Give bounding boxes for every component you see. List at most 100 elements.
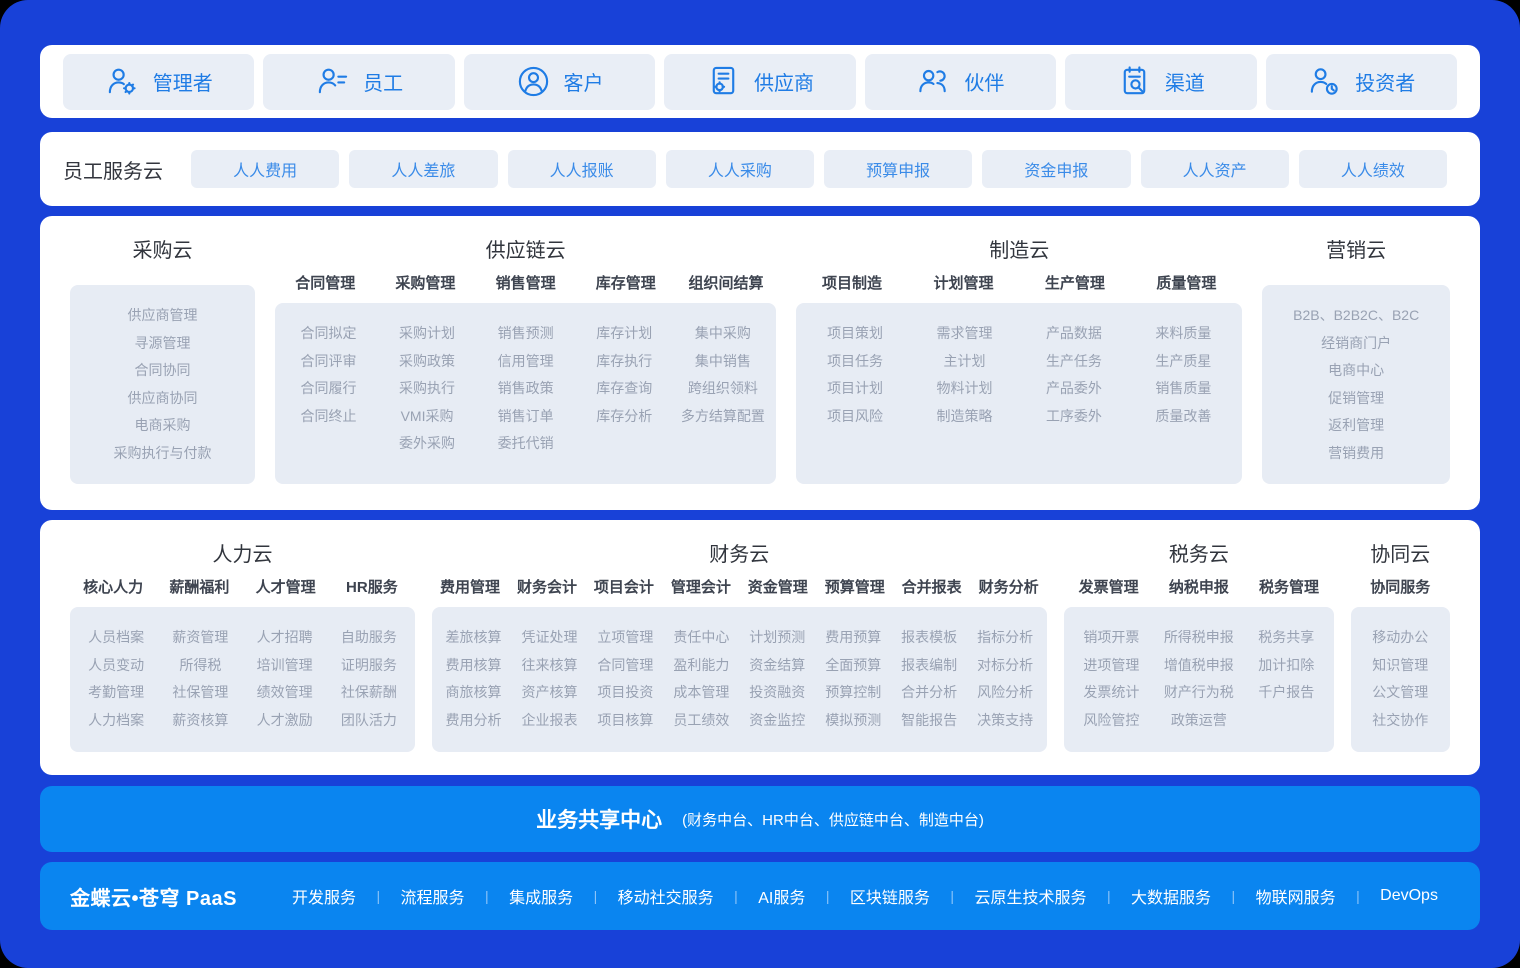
cloud-item: 加计扣除: [1243, 652, 1330, 680]
service-separator: |: [594, 888, 598, 904]
cloud-column: 报表模板报表编制合并分析智能报告: [891, 624, 967, 742]
persona-partner[interactable]: 伙伴: [865, 54, 1056, 110]
cloud-item: 项目投资: [587, 679, 663, 707]
employee-service-chips: 人人费用人人差旅人人报账人人采购预算申报资金申报人人资产人人绩效: [191, 150, 1447, 188]
persona-label: 投资者: [1355, 67, 1415, 96]
cloud-item: 合同拟定: [279, 320, 378, 348]
persona-investor[interactable]: 投资者: [1266, 54, 1457, 110]
column-header: 资金管理: [739, 577, 816, 598]
persona-manager[interactable]: 管理者: [63, 54, 254, 110]
cloud-group-tax-cloud: 税务云发票管理纳税申报税务管理销项开票进项管理发票统计风险管控所得税申报增值税申…: [1064, 542, 1334, 752]
column-header: 项目会计: [585, 577, 662, 598]
cloud-item: VMI采购: [378, 403, 477, 431]
cloud-item: 促销管理: [1266, 385, 1446, 413]
app-frame: 管理者员工客户供应商伙伴渠道投资者 员工服务云 人人费用人人差旅人人报账人人采购…: [0, 0, 1520, 968]
cloud-item: 需求管理: [910, 320, 1019, 348]
cloud-item: 决策支持: [967, 707, 1043, 735]
cloud-item: 所得税申报: [1155, 624, 1242, 652]
cloud-column: 销项开票进项管理发票统计风险管控: [1068, 624, 1155, 742]
paas-service: 云原生技术服务: [974, 884, 1086, 908]
cloud-item: 资产核算: [512, 679, 588, 707]
cloud-group-manufacturing-cloud: 制造云项目制造计划管理生产管理质量管理项目策划项目任务项目计划项目风险需求管理主…: [796, 238, 1242, 484]
cloud-item: 社保薪酬: [327, 679, 411, 707]
cloud-group-marketing-cloud: 营销云B2B、B2B2C、B2C经销商门户电商中心促销管理返利管理营销费用: [1262, 238, 1450, 484]
cloud-item: 智能报告: [891, 707, 967, 735]
cloud-item: 寻源管理: [74, 330, 251, 358]
column-header: HR服务: [329, 577, 415, 598]
cloud-item: 来料质量: [1129, 320, 1238, 348]
cloud-item: 政策运营: [1155, 707, 1242, 735]
cloud-item: 销售订单: [476, 403, 575, 431]
cloud-item: B2B、B2B2C、B2C: [1266, 302, 1446, 330]
service-separator: |: [1107, 888, 1111, 904]
cloud-title-procurement-cloud: 采购云: [70, 238, 255, 264]
cloud-item: 风险管控: [1068, 707, 1155, 735]
employee-service-chip[interactable]: 资金申报: [982, 150, 1130, 188]
cloud-item: 营销费用: [1266, 440, 1446, 468]
employee-service-chip[interactable]: 预算申报: [824, 150, 972, 188]
partner-icon: [916, 64, 951, 99]
cloud-item: 自助服务: [327, 624, 411, 652]
cloud-item: 商旅核算: [436, 679, 512, 707]
employee-icon: [315, 64, 350, 99]
cloud-item: 项目策划: [800, 320, 909, 348]
employee-service-chip[interactable]: 人人报账: [508, 150, 656, 188]
cloud-item: 报表编制: [891, 652, 967, 680]
cloud-item: 采购执行: [378, 375, 477, 403]
cloud-item: 采购执行与付款: [74, 440, 251, 468]
column-header: 合同管理: [275, 273, 375, 294]
paas-service: 大数据服务: [1131, 884, 1211, 908]
cloud-item: 销售质量: [1129, 375, 1238, 403]
paas-service: 流程服务: [401, 884, 465, 908]
column-header: 人才管理: [243, 577, 329, 598]
cloud-item: 合同管理: [587, 652, 663, 680]
cloud-column: 供应商管理寻源管理合同协同供应商协同电商采购采购执行与付款: [74, 302, 251, 474]
persona-channel[interactable]: 渠道: [1065, 54, 1256, 110]
employee-service-chip[interactable]: 人人绩效: [1299, 150, 1447, 188]
cloud-item: 社交协作: [1355, 707, 1446, 735]
cloud-item: 盈利能力: [663, 652, 739, 680]
column-header: 合并报表: [893, 577, 970, 598]
persona-supplier[interactable]: 供应商: [664, 54, 855, 110]
cloud-item: 成本管理: [663, 679, 739, 707]
service-separator: |: [950, 888, 954, 904]
persona-employee[interactable]: 员工: [263, 54, 454, 110]
persona-customer[interactable]: 客户: [464, 54, 655, 110]
cloud-column: 集中采购集中销售跨组织领料多方结算配置: [674, 320, 773, 474]
cloud-item: 销售预测: [476, 320, 575, 348]
cloud-group-collaboration-cloud: 协同云协同服务移动办公知识管理公文管理社交协作: [1351, 542, 1450, 752]
cloud-item: 主计划: [910, 348, 1019, 376]
employee-service-chip[interactable]: 人人差旅: [349, 150, 497, 188]
cloud-row-1: 采购云供应商管理寻源管理合同协同供应商协同电商采购采购执行与付款供应链云合同管理…: [40, 216, 1480, 510]
investor-icon: [1307, 64, 1342, 99]
cloud-item: 采购政策: [378, 348, 477, 376]
cloud-item: 人才激励: [243, 707, 327, 735]
cloud-item: 薪资核算: [158, 707, 242, 735]
cloud-card-supply-chain-cloud: 合同拟定合同评审合同履行合同终止采购计划采购政策采购执行VMI采购委外采购销售预…: [275, 303, 776, 484]
cloud-item: 库存执行: [575, 348, 674, 376]
cloud-item: 对标分析: [967, 652, 1043, 680]
employee-service-chip[interactable]: 人人资产: [1141, 150, 1289, 188]
cloud-item: 费用核算: [436, 652, 512, 680]
cloud-item: 委外采购: [378, 430, 477, 458]
cloud-item: 财产行为税: [1155, 679, 1242, 707]
cloud-column: 移动办公知识管理公文管理社交协作: [1355, 624, 1446, 742]
employee-service-chip[interactable]: 人人采购: [666, 150, 814, 188]
column-header: 薪酬福利: [156, 577, 242, 598]
service-separator: |: [1232, 888, 1236, 904]
cloud-column: 销售预测信用管理销售政策销售订单委托代销: [476, 320, 575, 474]
cloud-item: 所得税: [158, 652, 242, 680]
cloud-card-tax-cloud: 销项开票进项管理发票统计风险管控所得税申报增值税申报财产行为税政策运营税务共享加…: [1064, 607, 1334, 752]
persona-label: 管理者: [153, 67, 213, 96]
shared-center-title: 业务共享中心: [536, 804, 662, 834]
cloud-item: 合同评审: [279, 348, 378, 376]
cloud-item: 信用管理: [476, 348, 575, 376]
cloud-item: 集中采购: [674, 320, 773, 348]
column-header: 生产管理: [1019, 273, 1130, 294]
shared-center-bar: 业务共享中心 (财务中台、HR中台、供应链中台、制造中台): [40, 786, 1480, 852]
cloud-row-2: 人力云核心人力薪酬福利人才管理HR服务人员档案人员变动考勤管理人力档案薪资管理所…: [40, 520, 1480, 775]
employee-service-chip[interactable]: 人人费用: [191, 150, 339, 188]
cloud-column: 人员档案人员变动考勤管理人力档案: [74, 624, 158, 742]
column-headers-tax-cloud: 发票管理纳税申报税务管理: [1064, 577, 1334, 598]
column-header: 质量管理: [1131, 273, 1242, 294]
